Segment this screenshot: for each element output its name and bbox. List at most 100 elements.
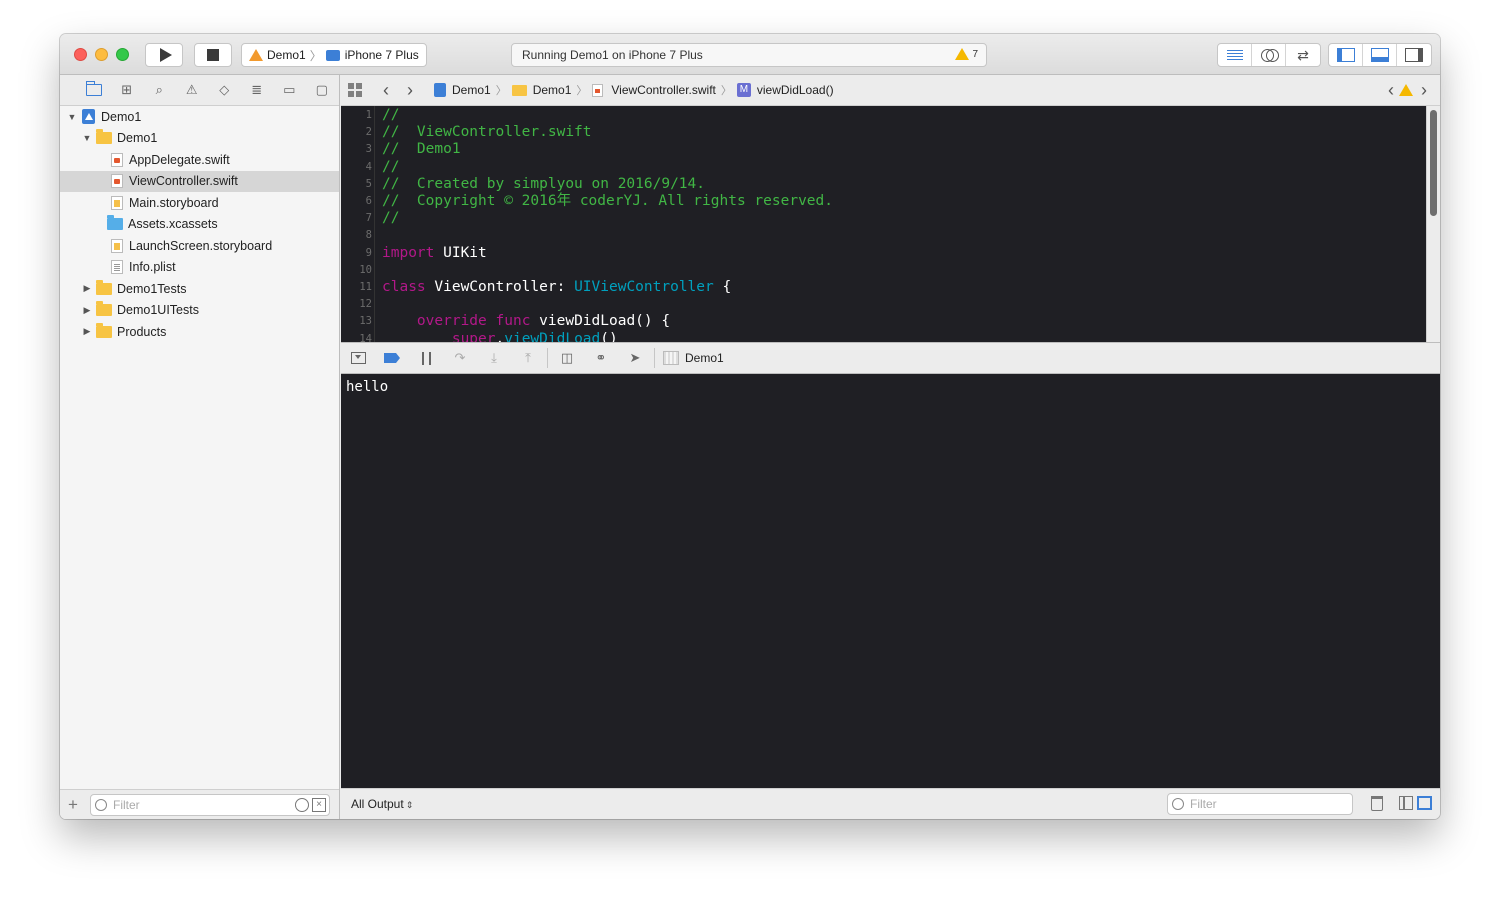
assistant-editor-button[interactable] xyxy=(1252,44,1286,66)
run-button[interactable] xyxy=(145,43,183,67)
issue-warning-icon[interactable] xyxy=(1399,84,1413,96)
show-variables-icon[interactable] xyxy=(1399,796,1413,810)
tree-row[interactable]: ▶ Products xyxy=(60,321,339,343)
stop-icon xyxy=(207,49,219,61)
standard-editor-button[interactable] xyxy=(1218,44,1252,66)
step-out-button[interactable]: ⤒ xyxy=(511,346,545,370)
memory-graph-icon: ⚭ xyxy=(595,350,607,365)
navigator-filter-input[interactable]: Filter × xyxy=(90,794,330,816)
warning-indicator[interactable]: 7 xyxy=(955,48,978,60)
editor-scroll-thumb[interactable] xyxy=(1430,110,1437,216)
code-line[interactable]: 7 // xyxy=(341,210,1421,227)
play-icon xyxy=(159,48,172,62)
tab-debug-navigator[interactable]: ≣ xyxy=(241,78,274,102)
navigator-tabs: ⊞ ⌕ ⚠ ◇ ≣ ▭ ▢ xyxy=(60,75,339,106)
toggle-debug-area-button[interactable] xyxy=(1363,44,1397,66)
toggle-utilities-button[interactable] xyxy=(1397,44,1431,66)
code-line[interactable]: 14 super.viewDidLoad() xyxy=(341,331,1421,342)
code-line[interactable]: 6 // Copyright © 2016年 coderYJ. All right… xyxy=(341,193,1421,210)
device-icon xyxy=(325,49,340,61)
step-into-button[interactable]: ⤓ xyxy=(477,346,511,370)
tree-item-label: ViewController.swift xyxy=(129,174,238,189)
tree-row[interactable]: ViewController.swift xyxy=(60,170,339,192)
code-line[interactable]: 10 xyxy=(341,262,1421,279)
tab-report-navigator[interactable]: ▢ xyxy=(306,78,339,102)
tree-row[interactable]: ▶ Demo1UITests xyxy=(60,300,339,322)
tree-item-label: Demo1Tests xyxy=(117,281,187,296)
breadcrumb-group[interactable]: Demo1 xyxy=(533,83,572,97)
source-editor[interactable]: 1//2// ViewController.swift 3// Demo1 4//5… xyxy=(341,106,1440,342)
version-editor-button[interactable]: ⇄ xyxy=(1286,44,1320,66)
tree-row[interactable]: LaunchScreen.storyboard xyxy=(60,235,339,257)
tab-find-navigator[interactable]: ⌕ xyxy=(143,78,176,102)
breadcrumb-file[interactable]: ViewController.swift xyxy=(611,83,715,97)
speech-bubble-icon: ▢ xyxy=(315,82,328,97)
pause-button[interactable] xyxy=(409,346,443,370)
clear-console-icon[interactable] xyxy=(1371,796,1383,811)
editor-scrollbar[interactable] xyxy=(1426,106,1440,342)
console-filter-placeholder: Filter xyxy=(1190,797,1217,811)
code-line[interactable]: 11 class ViewController: UIViewController… xyxy=(341,279,1421,296)
tree-row[interactable]: AppDelegate.swift xyxy=(60,149,339,171)
tree-row[interactable]: ▼ Demo1 xyxy=(60,106,339,128)
step-over-button[interactable]: ↷ xyxy=(443,346,477,370)
disclosure-expanded-icon[interactable]: ▼ xyxy=(66,112,78,122)
tab-symbol-navigator[interactable]: ⊞ xyxy=(111,78,144,102)
breadcrumb-project[interactable]: Demo1 xyxy=(452,83,491,97)
tab-issue-navigator[interactable]: ⚠ xyxy=(176,78,209,102)
previous-issue-icon[interactable]: ‹ xyxy=(1383,81,1399,99)
code-line[interactable]: 4 // xyxy=(341,159,1421,176)
back-chevron-icon[interactable]: ‹ xyxy=(374,81,398,99)
zoom-window-button[interactable] xyxy=(116,48,129,61)
related-items-icon[interactable] xyxy=(348,83,362,97)
code-line[interactable]: 13 override func viewDidLoad() { xyxy=(341,313,1421,330)
code-line[interactable]: 1 // xyxy=(341,107,1421,124)
hide-debug-area-button[interactable] xyxy=(341,346,375,370)
code-token: // Copyright © 2016年 coderYJ. All rights… xyxy=(382,193,833,209)
tree-row[interactable]: Main.storyboard xyxy=(60,192,339,214)
tab-breakpoint-navigator[interactable]: ▭ xyxy=(273,78,306,102)
console-output[interactable]: hello xyxy=(341,374,1440,788)
disclosure-collapsed-icon[interactable]: ▶ xyxy=(81,305,93,316)
simulate-location-button[interactable]: ➤ xyxy=(618,346,652,370)
forward-chevron-icon[interactable]: › xyxy=(398,81,422,99)
show-console-icon[interactable] xyxy=(1417,796,1432,810)
tab-project-navigator[interactable] xyxy=(78,78,111,102)
console-filter-input[interactable]: Filter xyxy=(1167,793,1353,815)
code-text: // Demo1 xyxy=(382,141,461,158)
scm-filter-icon[interactable]: × xyxy=(312,798,326,812)
tree-row[interactable]: Assets.xcassets xyxy=(60,214,339,236)
disclosure-expanded-icon[interactable]: ▼ xyxy=(81,133,93,143)
code-line[interactable]: 2 // ViewController.swift xyxy=(341,124,1421,141)
tab-test-navigator[interactable]: ◇ xyxy=(208,78,241,102)
breakpoints-toggle-button[interactable] xyxy=(375,346,409,370)
stop-button[interactable] xyxy=(194,43,232,67)
disclosure-collapsed-icon[interactable]: ▶ xyxy=(81,283,93,294)
add-icon[interactable]: + xyxy=(68,795,78,815)
toggle-navigator-button[interactable] xyxy=(1329,44,1363,66)
tree-row[interactable]: Info.plist xyxy=(60,257,339,279)
scheme-selector[interactable]: Demo1 〉 iPhone 7 Plus xyxy=(241,43,427,67)
minimize-window-button[interactable] xyxy=(95,48,108,61)
view-debugger-button[interactable]: ◫ xyxy=(550,346,584,370)
tree-row[interactable]: ▶ Demo1Tests xyxy=(60,278,339,300)
code-line[interactable]: 12 xyxy=(341,296,1421,313)
code-line[interactable]: 8 xyxy=(341,227,1421,244)
debug-target-label[interactable]: Demo1 xyxy=(685,351,724,365)
next-issue-icon[interactable]: › xyxy=(1416,81,1432,99)
output-scope-select[interactable]: All Output ⇕ xyxy=(351,797,413,811)
console-footer: All Output ⇕ Filter xyxy=(341,788,1440,819)
debug-bar: ↷ ⤓ ⤒ ◫ ⚭ ➤ Demo1 xyxy=(341,342,1440,374)
code-token: viewDidLoad xyxy=(504,330,601,342)
disclosure-collapsed-icon[interactable]: ▶ xyxy=(81,326,93,337)
code-line[interactable]: 3 // Demo1 xyxy=(341,141,1421,158)
folder-icon xyxy=(96,129,112,145)
code-line[interactable]: 9 import UIKit xyxy=(341,245,1421,262)
tree-row[interactable]: ▼ Demo1 xyxy=(60,128,339,150)
breadcrumb-symbol[interactable]: viewDidLoad() xyxy=(757,83,834,97)
memory-graph-button[interactable]: ⚭ xyxy=(584,346,618,370)
console-text: hello xyxy=(346,379,389,395)
code-line[interactable]: 5 // Created by simplyou on 2016/9/14. xyxy=(341,176,1421,193)
recent-files-icon[interactable] xyxy=(295,798,309,812)
close-window-button[interactable] xyxy=(74,48,87,61)
